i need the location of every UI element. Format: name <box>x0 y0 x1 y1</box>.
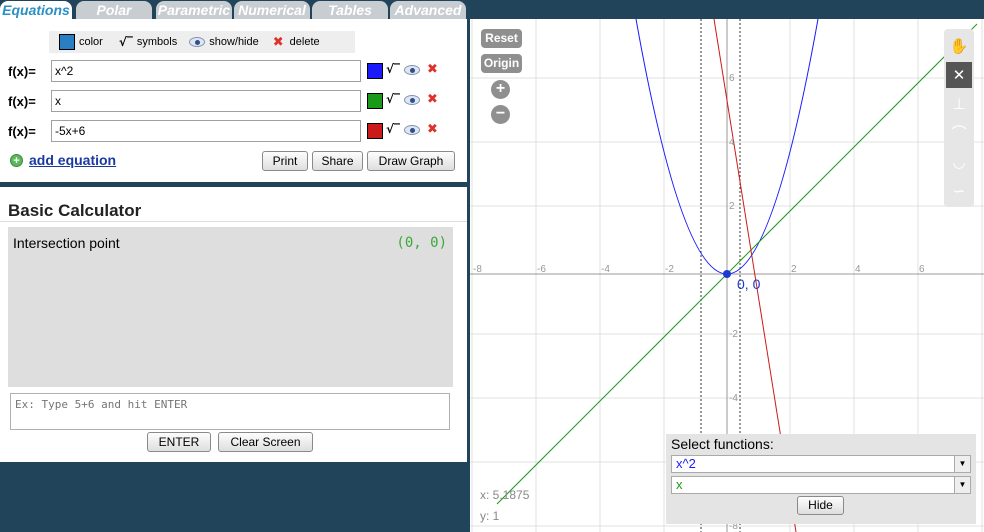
function-label: f(x)= <box>8 64 36 79</box>
equations-panel: color √‾ symbols show/hide ✖ delete f(x)… <box>0 19 467 182</box>
x-tick-label: 2 <box>791 264 797 275</box>
calculator-panel: Basic Calculator Intersection point (0, … <box>0 187 467 462</box>
function-select-2[interactable]: x ▼ <box>671 476 971 494</box>
intersection-tool-icon[interactable]: ✕ <box>946 62 972 88</box>
x-tick-label: -8 <box>473 264 482 275</box>
sqrt-symbol-icon: √‾ <box>118 35 133 49</box>
reset-button[interactable]: Reset <box>481 29 522 48</box>
mode-tabs: Equations Polar Parametric Numerical Tab… <box>0 0 470 19</box>
chevron-down-icon[interactable]: ▼ <box>954 456 970 472</box>
calculator-title: Basic Calculator <box>8 201 142 220</box>
legend-bar: color √‾ symbols show/hide ✖ delete <box>49 31 355 53</box>
color-swatch-icon <box>59 34 75 50</box>
y-tick-label: 6 <box>729 73 735 84</box>
y-tick-label: 4 <box>729 137 735 148</box>
calculator-output: Intersection point (0, 0) <box>8 227 453 387</box>
delete-icon[interactable]: ✖ <box>427 123 438 136</box>
select-functions-title: Select functions: <box>671 436 774 452</box>
equation-input[interactable] <box>51 90 361 112</box>
calculator-input[interactable] <box>10 393 450 430</box>
select-functions-panel: Select functions: x^2 ▼ x ▼ Hide <box>666 434 976 524</box>
graph-tools: ✋ ✕ ⊥ ⌒ ◡ ∽ <box>944 29 974 207</box>
color-picker-button[interactable] <box>367 93 383 109</box>
function-label: f(x)= <box>8 124 36 139</box>
y-tick-label: -2 <box>729 329 738 340</box>
x-tick-label: -2 <box>665 264 674 275</box>
color-picker-button[interactable] <box>367 123 383 139</box>
tab-advanced[interactable]: Advanced <box>390 1 466 19</box>
x-tick-label: -4 <box>601 264 610 275</box>
sqrt-symbol-icon[interactable]: √‾ <box>386 62 400 76</box>
point-label: 0, 0 <box>737 276 761 292</box>
eye-icon <box>189 37 206 47</box>
tab-tables[interactable]: Tables <box>312 1 388 19</box>
share-button[interactable]: Share <box>312 151 363 171</box>
function-label: f(x)= <box>8 94 36 109</box>
origin-button[interactable]: Origin <box>481 54 522 73</box>
pan-hand-icon[interactable]: ✋ <box>946 33 972 59</box>
eye-icon[interactable] <box>404 65 420 75</box>
tab-polar[interactable]: Polar <box>76 1 152 19</box>
draw-graph-button[interactable]: Draw Graph <box>367 151 455 171</box>
tab-equations[interactable]: Equations <box>0 1 72 19</box>
legend-color-label: color <box>79 36 103 48</box>
tab-parametric[interactable]: Parametric <box>156 1 232 19</box>
minimum-tool-icon[interactable]: ◡ <box>946 149 972 175</box>
y-tick-label: -4 <box>729 393 738 404</box>
add-equation-link[interactable]: add equation <box>29 152 116 168</box>
equation-row: f(x)= √‾ ✖ <box>0 120 467 142</box>
calculator-answer: (0, 0) <box>396 235 447 251</box>
print-button[interactable]: Print <box>262 151 308 171</box>
legend-delete-label: delete <box>289 36 320 48</box>
equation-input[interactable] <box>51 120 361 142</box>
divider <box>0 221 467 222</box>
inflection-tool-icon[interactable]: ∽ <box>946 178 972 204</box>
equation-row: f(x)= √‾ ✖ <box>0 60 467 82</box>
zoom-in-button[interactable]: + <box>491 80 510 99</box>
legend-symbols-label: symbols <box>136 36 178 48</box>
sqrt-symbol-icon[interactable]: √‾ <box>386 92 400 106</box>
x-tick-label: 6 <box>919 264 925 275</box>
calculator-query: Intersection point <box>13 235 120 251</box>
coord-x-readout: x: 5.1875 <box>480 488 530 502</box>
hide-button[interactable]: Hide <box>797 496 844 515</box>
chevron-down-icon[interactable]: ▼ <box>954 477 970 493</box>
sqrt-symbol-icon[interactable]: √‾ <box>386 122 400 136</box>
function-select-value: x <box>676 477 683 492</box>
x-tick-label: -6 <box>537 264 546 275</box>
eye-icon[interactable] <box>404 95 420 105</box>
delete-icon: ✖ <box>272 34 284 50</box>
function-select-1[interactable]: x^2 ▼ <box>671 455 971 473</box>
function-select-value: x^2 <box>676 456 696 471</box>
legend-showhide-label: show/hide <box>209 36 259 48</box>
graph-area[interactable]: -8 -6 -4 -2 2 4 6 6 4 2 -2 -4 -8 0, 0 Re… <box>470 19 984 532</box>
color-picker-button[interactable] <box>367 63 383 79</box>
coord-y-readout: y: 1 <box>480 509 500 523</box>
enter-button[interactable]: ENTER <box>147 432 211 452</box>
intersection-point[interactable] <box>723 270 731 278</box>
zoom-out-button[interactable]: − <box>491 105 510 124</box>
delete-icon[interactable]: ✖ <box>427 63 438 76</box>
x-tick-label: 4 <box>855 264 861 275</box>
root-tool-icon[interactable]: ⊥ <box>946 91 972 117</box>
clear-screen-button[interactable]: Clear Screen <box>218 432 313 452</box>
delete-icon[interactable]: ✖ <box>427 93 438 106</box>
eye-icon[interactable] <box>404 125 420 135</box>
equation-input[interactable] <box>51 60 361 82</box>
add-equation[interactable]: + add equation <box>10 152 116 168</box>
line-y-equals-x <box>496 23 978 505</box>
add-circle-icon[interactable]: + <box>10 153 23 167</box>
equation-row: f(x)= √‾ ✖ <box>0 90 467 112</box>
y-tick-label: 2 <box>729 201 735 212</box>
tab-numerical[interactable]: Numerical <box>234 1 310 19</box>
maximum-tool-icon[interactable]: ⌒ <box>946 120 972 146</box>
